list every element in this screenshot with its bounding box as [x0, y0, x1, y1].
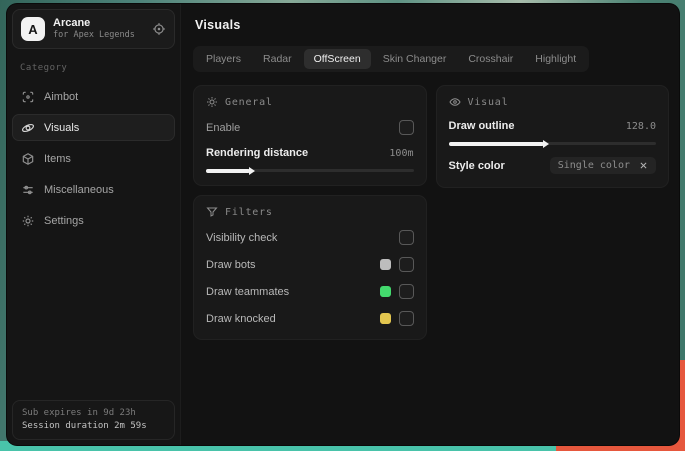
tab-players[interactable]: Players	[196, 49, 251, 69]
section-title: Visual	[467, 96, 509, 108]
sun-icon	[206, 96, 218, 108]
draw-bots-color-swatch[interactable]	[379, 259, 391, 270]
funnel-icon	[206, 206, 218, 218]
main-panel: Visuals Players Radar OffScreen Skin Cha…	[181, 4, 679, 445]
sidebar: A Arcane for Apex Legends Category Aimbo	[7, 4, 181, 445]
app-logo: A	[21, 17, 45, 41]
app-subtitle: for Apex Legends	[53, 30, 135, 40]
tab-crosshair[interactable]: Crosshair	[458, 49, 523, 69]
sidebar-item-label: Miscellaneous	[44, 183, 114, 196]
tab-skin-changer[interactable]: Skin Changer	[373, 49, 457, 69]
sidebar-item-settings[interactable]: Settings	[12, 207, 175, 234]
session-duration-text: Session duration 2m 59s	[22, 421, 147, 431]
close-icon[interactable]	[639, 161, 648, 170]
rendering-distance-slider[interactable]	[206, 168, 414, 173]
crosshair-icon[interactable]	[152, 22, 166, 36]
tab-highlight[interactable]: Highlight	[525, 49, 586, 69]
sidebar-item-label: Settings	[44, 214, 84, 227]
draw-knocked-color-swatch[interactable]	[379, 313, 391, 324]
session-info-card: Sub expires in 9d 23h Session duration 2…	[12, 400, 175, 440]
visibility-check-label: Visibility check	[206, 231, 278, 244]
sidebar-item-visuals[interactable]: Visuals	[12, 114, 175, 141]
style-color-label: Style color	[448, 159, 505, 172]
slider-fill[interactable]	[448, 141, 544, 146]
general-section: General Enable Rendering distance 100m	[193, 85, 427, 186]
draw-bots-checkbox[interactable]	[398, 257, 414, 272]
cube-icon	[21, 152, 35, 166]
draw-bots-label: Draw bots	[206, 258, 256, 271]
app-name: Arcane	[53, 17, 91, 29]
sidebar-item-aimbot[interactable]: Aimbot	[12, 83, 175, 110]
gear-icon	[21, 214, 35, 228]
category-label: Category	[20, 63, 68, 73]
enable-checkbox[interactable]	[398, 120, 414, 135]
slider-fill[interactable]	[206, 168, 250, 173]
sliders-icon	[21, 183, 35, 197]
draw-knocked-label: Draw knocked	[206, 312, 276, 325]
visibility-check-checkbox[interactable]	[398, 230, 414, 245]
enable-label: Enable	[206, 121, 241, 134]
draw-knocked-checkbox[interactable]	[398, 311, 414, 326]
draw-outline-value: 128.0	[625, 120, 656, 132]
sidebar-item-label: Items	[44, 152, 71, 165]
tab-radar[interactable]: Radar	[253, 49, 302, 69]
visual-section: Visual Draw outline 128.0 Style color Si…	[435, 85, 669, 188]
style-color-selected-value: Single color	[557, 160, 630, 171]
tab-bar: Players Radar OffScreen Skin Changer Cro…	[193, 46, 590, 72]
draw-teammates-color-swatch[interactable]	[379, 286, 391, 297]
tab-offscreen[interactable]: OffScreen	[303, 49, 371, 69]
brand-card: A Arcane for Apex Legends	[12, 9, 175, 49]
sidebar-item-label: Visuals	[44, 121, 80, 134]
sub-expires-text: Sub expires in 9d 23h	[22, 408, 136, 418]
scan-target-icon	[21, 90, 35, 104]
sidebar-item-label: Aimbot	[44, 90, 79, 103]
eye-icon	[448, 96, 461, 108]
style-color-select[interactable]: Single color	[549, 157, 656, 174]
arcane-window: A Arcane for Apex Legends Category Aimbo	[7, 4, 679, 445]
sidebar-item-items[interactable]: Items	[12, 145, 175, 172]
draw-teammates-checkbox[interactable]	[398, 284, 414, 299]
draw-teammates-label: Draw teammates	[206, 285, 290, 298]
draw-outline-slider[interactable]	[448, 141, 656, 146]
filters-section: Filters Visibility check Draw bots Draw …	[193, 195, 427, 340]
orbit-eye-icon	[21, 121, 35, 135]
page-title: Visuals	[195, 18, 241, 32]
section-title: General	[225, 96, 273, 108]
rendering-distance-value: 100m	[389, 147, 414, 159]
rendering-distance-label: Rendering distance	[206, 147, 309, 159]
draw-outline-label: Draw outline	[448, 120, 515, 132]
section-title: Filters	[225, 206, 273, 218]
sidebar-item-miscellaneous[interactable]: Miscellaneous	[12, 176, 175, 203]
